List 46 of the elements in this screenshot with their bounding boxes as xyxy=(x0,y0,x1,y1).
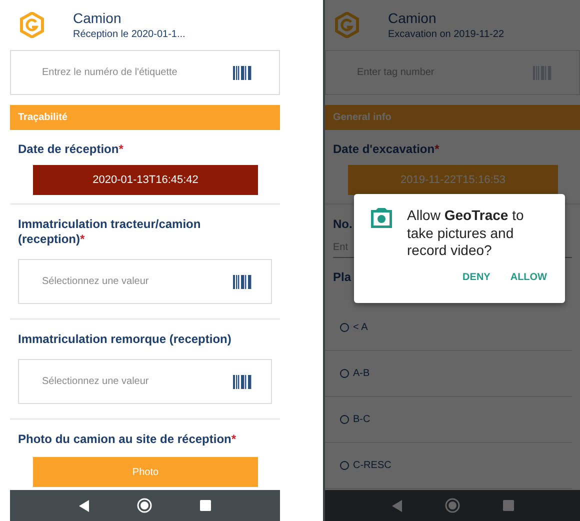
option-label: < A xyxy=(353,322,368,333)
field-label: Pla xyxy=(333,270,352,285)
date-button[interactable]: 2020-01-13T16:45:42 xyxy=(33,165,258,195)
radio-icon[interactable] xyxy=(340,369,349,378)
date-button[interactable]: 2019-11-22T15:16:53 xyxy=(348,165,558,195)
field-label: Photo du camion au site de réception* xyxy=(18,432,236,447)
radio-option[interactable]: C-RESC xyxy=(325,443,572,489)
radio-icon[interactable] xyxy=(340,323,349,332)
field-placeholder: Sélectionnez une valeur xyxy=(42,376,149,387)
option-label: A-B xyxy=(353,368,370,379)
radio-option[interactable]: A-B xyxy=(325,351,572,397)
radio-icon[interactable] xyxy=(340,461,349,470)
field-placeholder: Entrez le numéro de l'étiquette xyxy=(42,67,178,78)
barcode-icon[interactable] xyxy=(233,374,252,388)
dialog-button[interactable]: DENY xyxy=(462,272,490,282)
radio-option[interactable]: < A xyxy=(325,305,572,351)
app-title: Camion xyxy=(73,10,122,26)
barcode-icon[interactable] xyxy=(233,66,252,80)
back-icon[interactable] xyxy=(79,500,89,512)
radio-option[interactable]: B-C xyxy=(325,397,572,443)
hexagon-logo-icon xyxy=(20,12,44,38)
select-field[interactable]: Sélectionnez une valeur xyxy=(18,259,272,304)
select-field[interactable]: Sélectionnez une valeur xyxy=(18,359,272,404)
barcode-icon[interactable] xyxy=(233,274,252,288)
app-title: Camion xyxy=(388,10,438,26)
app-subtitle: Réception le 2020-01-1... xyxy=(73,29,186,40)
option-label: C-RESC xyxy=(353,460,392,471)
field-label: Date d'excavation* xyxy=(333,142,440,157)
photo-button[interactable]: Photo xyxy=(33,457,258,487)
field-label: Date de réception* xyxy=(18,142,124,157)
radio-icon[interactable] xyxy=(340,415,349,424)
camera-icon xyxy=(371,207,392,228)
recents-icon[interactable] xyxy=(502,500,514,511)
dialog-message: Allow GeoTrace to take pictures and record video? xyxy=(407,207,525,260)
section-header: General info xyxy=(325,105,580,130)
field-placeholder: Sélectionnez une valeur xyxy=(42,276,149,287)
field-label: No. xyxy=(333,217,352,232)
tag-number-field[interactable]: Entrez le numéro de l'étiquette xyxy=(10,50,280,95)
section-header: Traçabilité xyxy=(10,105,280,130)
dialog-button[interactable]: ALLOW xyxy=(510,272,547,282)
field-label: Immatriculation tracteur/camion (reception)* xyxy=(18,217,202,247)
home-icon[interactable] xyxy=(137,498,152,513)
app-subtitle: Excavation on 2019-11-22 xyxy=(388,29,504,40)
field-label: Immatriculation remorque (reception) xyxy=(18,332,232,347)
hexagon-logo-icon xyxy=(335,12,359,38)
option-label: B-C xyxy=(353,414,370,425)
